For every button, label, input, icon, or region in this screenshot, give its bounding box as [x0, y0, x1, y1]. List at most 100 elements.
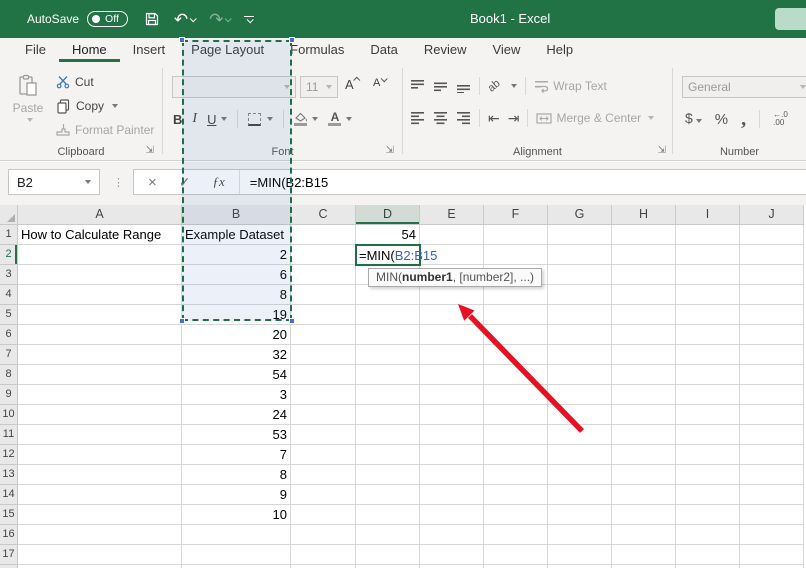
cell-E9[interactable] — [420, 385, 484, 405]
cell-F16[interactable] — [484, 525, 548, 545]
row-header-3[interactable]: 3 — [0, 265, 18, 285]
cell-G4[interactable] — [548, 285, 612, 305]
cell-A12[interactable] — [18, 445, 182, 465]
cell-D6[interactable] — [356, 325, 420, 345]
tab-review[interactable]: Review — [411, 38, 480, 62]
row-header-13[interactable]: 13 — [0, 465, 18, 485]
cell-I14[interactable] — [676, 485, 740, 505]
cell-E1[interactable] — [420, 225, 484, 245]
cell-F6[interactable] — [484, 325, 548, 345]
cell-A7[interactable] — [18, 345, 182, 365]
font-color-button[interactable]: A — [328, 112, 341, 126]
row-header-8[interactable]: 8 — [0, 365, 18, 385]
cell-G2[interactable] — [548, 245, 612, 265]
cell-B4[interactable]: 8 — [182, 285, 291, 305]
align-middle-icon[interactable] — [433, 79, 448, 93]
cell-F4[interactable] — [484, 285, 548, 305]
cell-F11[interactable] — [484, 425, 548, 445]
cell-F14[interactable] — [484, 485, 548, 505]
chevron-down-icon[interactable] — [267, 117, 273, 121]
select-all-corner[interactable] — [0, 205, 18, 225]
cell-C11[interactable] — [291, 425, 356, 445]
cell-C7[interactable] — [291, 345, 356, 365]
cell-A13[interactable] — [18, 465, 182, 485]
cell-C9[interactable] — [291, 385, 356, 405]
cell-C15[interactable] — [291, 505, 356, 525]
cell-I17[interactable] — [676, 545, 740, 565]
cell-F5[interactable] — [484, 305, 548, 325]
cell-H10[interactable] — [612, 405, 676, 425]
cell-E12[interactable] — [420, 445, 484, 465]
cell-A17[interactable] — [18, 545, 182, 565]
underline-button[interactable]: U — [207, 112, 216, 127]
cell-E4[interactable] — [420, 285, 484, 305]
tab-help[interactable]: Help — [533, 38, 586, 62]
cell-A2[interactable] — [18, 245, 182, 265]
row-header-6[interactable]: 6 — [0, 325, 18, 345]
cell-E6[interactable] — [420, 325, 484, 345]
cell-F8[interactable] — [484, 365, 548, 385]
selection-handle[interactable] — [179, 37, 185, 43]
cell-A1[interactable]: How to Calculate Range — [18, 225, 182, 245]
cell-A16[interactable] — [18, 525, 182, 545]
copy-button[interactable]: Copy — [56, 96, 118, 116]
orientation-button[interactable]: ab — [486, 77, 503, 94]
cell-J5[interactable] — [740, 305, 804, 325]
cell-H4[interactable] — [612, 285, 676, 305]
cell-E5[interactable] — [420, 305, 484, 325]
row-header-15[interactable]: 15 — [0, 505, 18, 525]
align-left-icon[interactable] — [410, 111, 425, 125]
cell-D4[interactable] — [356, 285, 420, 305]
cell-H8[interactable] — [612, 365, 676, 385]
cell-A3[interactable] — [18, 265, 182, 285]
cell-A10[interactable] — [18, 405, 182, 425]
cell-E7[interactable] — [420, 345, 484, 365]
cell-I6[interactable] — [676, 325, 740, 345]
row-header-2[interactable]: 2 — [0, 245, 18, 265]
cell-C6[interactable] — [291, 325, 356, 345]
cell-B2[interactable]: 2 — [182, 245, 291, 265]
cell-G3[interactable] — [548, 265, 612, 285]
cell-I10[interactable] — [676, 405, 740, 425]
account-badge[interactable] — [775, 8, 806, 30]
column-header-G[interactable]: G — [548, 205, 612, 225]
cell-J12[interactable] — [740, 445, 804, 465]
cell-B11[interactable]: 53 — [182, 425, 291, 445]
cell-D7[interactable] — [356, 345, 420, 365]
cell-H11[interactable] — [612, 425, 676, 445]
cell-I9[interactable] — [676, 385, 740, 405]
cell-I4[interactable] — [676, 285, 740, 305]
cell-H5[interactable] — [612, 305, 676, 325]
cell-D5[interactable] — [356, 305, 420, 325]
cell-G1[interactable] — [548, 225, 612, 245]
cell-D12[interactable] — [356, 445, 420, 465]
cell-G15[interactable] — [548, 505, 612, 525]
cell-J11[interactable] — [740, 425, 804, 445]
cell-J13[interactable] — [740, 465, 804, 485]
cell-B8[interactable]: 54 — [182, 365, 291, 385]
column-header-D[interactable]: D — [356, 205, 420, 225]
number-format-combobox[interactable]: General — [682, 76, 806, 98]
cell-B16[interactable] — [182, 525, 291, 545]
cell-J17[interactable] — [740, 545, 804, 565]
align-right-icon[interactable] — [456, 111, 471, 125]
merge-center-button[interactable]: Merge & Center — [536, 111, 654, 125]
confirm-entry-icon[interactable]: ✓ — [179, 174, 191, 191]
row-header-11[interactable]: 11 — [0, 425, 18, 445]
cell-E17[interactable] — [420, 545, 484, 565]
cell-G10[interactable] — [548, 405, 612, 425]
cell-E16[interactable] — [420, 525, 484, 545]
cell-B13[interactable]: 8 — [182, 465, 291, 485]
cell-B1[interactable]: Example Dataset — [182, 225, 291, 245]
cell-A9[interactable] — [18, 385, 182, 405]
cell-A8[interactable] — [18, 365, 182, 385]
comma-format-button[interactable]: , — [741, 115, 746, 123]
cell-I3[interactable] — [676, 265, 740, 285]
cell-G14[interactable] — [548, 485, 612, 505]
cell-A15[interactable] — [18, 505, 182, 525]
align-top-icon[interactable] — [410, 79, 425, 93]
cell-D17[interactable] — [356, 545, 420, 565]
cell-H13[interactable] — [612, 465, 676, 485]
column-header-A[interactable]: A — [18, 205, 182, 225]
cell-H2[interactable] — [612, 245, 676, 265]
